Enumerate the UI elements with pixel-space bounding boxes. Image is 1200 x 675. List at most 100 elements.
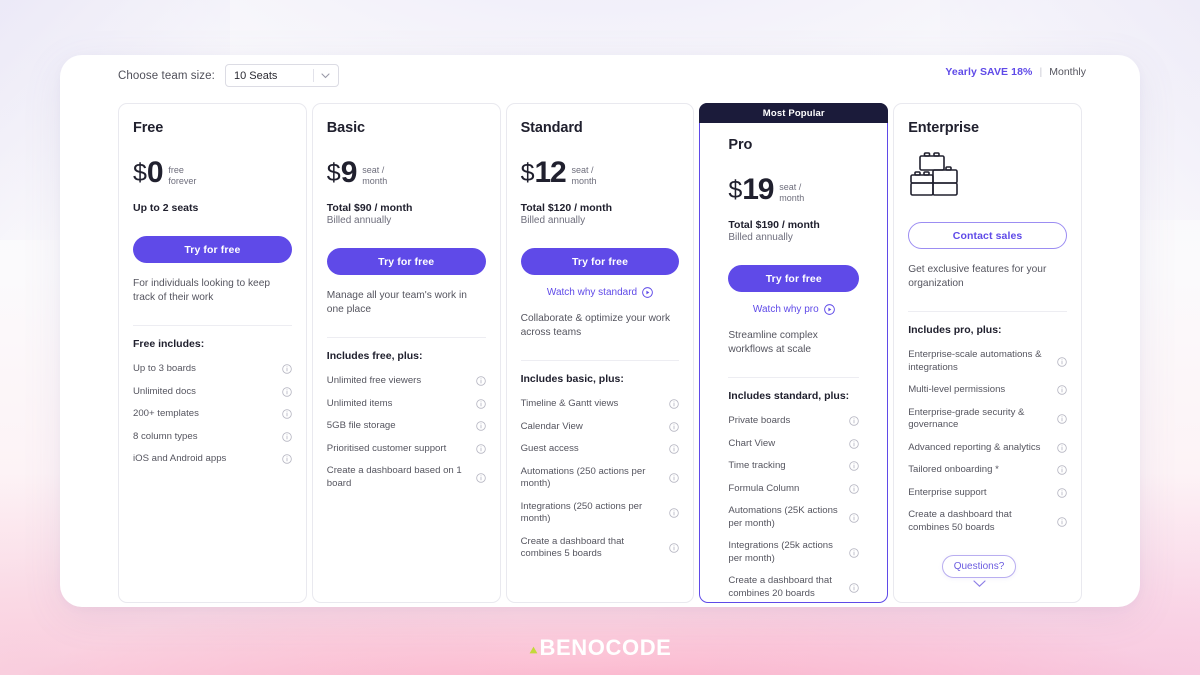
benocode-mark-icon [529, 642, 538, 660]
info-circle-icon[interactable] [669, 508, 680, 518]
info-circle-icon[interactable] [475, 472, 486, 483]
watch-video-label: Watch why standard [546, 287, 638, 298]
questions-button[interactable]: Questions? [941, 555, 1017, 578]
plan-cta-button[interactable]: Try for free [133, 236, 292, 263]
info-circle-icon[interactable] [282, 432, 292, 442]
info-circle-icon[interactable] [669, 444, 680, 454]
info-circle-icon[interactable] [669, 399, 680, 409]
info-circle-icon[interactable] [475, 421, 486, 431]
plan-feature-item: Create a dashboard that combines 20 boar… [728, 570, 859, 605]
info-circle-icon[interactable] [475, 444, 486, 454]
info-circle-icon[interactable] [669, 543, 680, 553]
plan-cta-button[interactable]: Try for free [326, 248, 486, 275]
info-circle-icon[interactable] [1057, 443, 1067, 453]
plan-name: Standard [520, 120, 583, 136]
billing-yearly-option[interactable]: Yearly SAVE 18% [945, 66, 1032, 78]
plan-cta-button[interactable]: Try for free [728, 265, 860, 292]
plan-feature-label: iOS and Android apps [133, 453, 227, 464]
info-circle-icon[interactable] [849, 416, 859, 426]
plan-description: Streamline complex workflows at scale [728, 330, 818, 355]
plan-cta-button[interactable]: Contact sales [908, 222, 1067, 249]
billing-monthly-option[interactable]: Monthly [1049, 66, 1086, 78]
plan-feature-label: 200+ templates [133, 408, 199, 419]
plan-feature-item: Up to 3 boards [133, 358, 292, 381]
info-circle-icon[interactable] [849, 512, 859, 523]
billing-separator: | [1039, 66, 1043, 78]
info-circle-icon[interactable] [1057, 356, 1067, 367]
plan-feature-item: 8 column types [133, 426, 292, 449]
plan-feature-item: Integrations (250 actions per month) [521, 496, 680, 531]
info-circle-icon[interactable] [669, 422, 680, 432]
info-circle-icon[interactable] [1057, 488, 1067, 498]
benocode-logo-text: BENOCODE [539, 635, 672, 660]
info-circle-icon[interactable] [282, 409, 292, 419]
plan-feature-item: Enterprise support [908, 482, 1067, 505]
team-size-select[interactable]: 10 Seats [224, 64, 339, 87]
info-circle-icon[interactable] [282, 387, 292, 397]
price-unit-line1: free [168, 165, 184, 175]
plan-feature-label: Create a dashboard that combines 50 boar… [908, 509, 1012, 533]
plan-card-list: Free $0 free forever Up to 2 seats Try for fr… [118, 103, 1082, 603]
watch-video-label: Watch why pro [752, 304, 819, 315]
plan-feature-item: Unlimited docs [133, 381, 292, 404]
chevron-down-icon[interactable] [972, 580, 986, 588]
info-circle-icon[interactable] [849, 461, 859, 471]
team-size-control: Choose team size: 10 Seats [118, 64, 339, 87]
info-circle-icon[interactable] [282, 454, 292, 464]
info-circle-icon[interactable] [475, 376, 486, 386]
questions-widget[interactable]: Questions? [941, 555, 1017, 588]
plan-includes-title: Includes standard, plus: [728, 390, 850, 402]
plan-description: Manage all your team's work in one place [326, 290, 467, 315]
watch-video-link[interactable]: Watch why standard [521, 287, 680, 298]
plan-price: $19 seat / month [728, 173, 859, 209]
info-circle-icon[interactable] [849, 547, 859, 558]
plan-cta-button[interactable]: Try for free [520, 248, 680, 275]
plan-card-standard: Standard $12 seat / month Total $120 / month… [505, 103, 695, 603]
pricing-panel: Choose team size: 10 Seats Yearly SAVE 1… [60, 55, 1140, 607]
plan-feature-item: Timeline & Gantt views [521, 393, 680, 416]
plan-feature-item: Multi-level permissions [908, 379, 1067, 402]
plan-feature-item: Create a dashboard that combines 5 board… [521, 531, 680, 566]
team-size-value: 10 Seats [233, 69, 278, 82]
info-circle-icon[interactable] [282, 364, 292, 374]
plan-total-price: Up to 2 seats [133, 202, 199, 214]
info-circle-icon[interactable] [1057, 516, 1067, 527]
team-size-label: Choose team size: [118, 69, 215, 82]
plan-price: $9 seat / month [327, 156, 486, 192]
plan-feature-label: Multi-level permissions [908, 384, 1006, 395]
info-circle-icon[interactable] [1057, 385, 1067, 395]
plan-feature-label: Tailored onboarding * [908, 464, 999, 475]
plan-price: $12 seat / month [521, 156, 680, 192]
plan-body: Enterprise Contact sales Get exclusive fea… [908, 120, 1067, 539]
plan-feature-list: Private boards Chart View Time tracking For… [728, 410, 859, 605]
price-currency: $ [326, 159, 341, 187]
plan-feature-item: Integrations (25k actions per month) [728, 535, 859, 570]
blocks-icon [908, 148, 1067, 200]
most-popular-badge: Most Popular [699, 103, 889, 123]
plan-feature-item: 5GB file storage [327, 415, 486, 438]
price-unit-line2: month [362, 176, 388, 186]
info-circle-icon[interactable] [669, 473, 680, 483]
plan-feature-label: Integrations (250 actions per month) [520, 500, 643, 525]
plan-name: Basic [326, 120, 365, 136]
plan-feature-item: Tailored onboarding * [908, 459, 1067, 482]
watch-video-link[interactable]: Watch why pro [728, 304, 859, 315]
info-circle-icon[interactable] [1057, 414, 1067, 424]
plan-feature-list: Timeline & Gantt views Calendar View Guest… [521, 393, 680, 566]
price-unit-line1: seat / [362, 165, 385, 175]
plan-feature-label: Prioritised customer support [326, 442, 447, 454]
plan-feature-label: Enterprise support [908, 486, 987, 498]
plan-feature-item: Enterprise-grade security & governance [908, 402, 1067, 437]
info-circle-icon[interactable] [475, 399, 486, 409]
info-circle-icon[interactable] [849, 582, 859, 593]
plan-includes-title: Includes basic, plus: [520, 373, 624, 385]
info-circle-icon[interactable] [849, 439, 859, 449]
plan-includes-title: Includes free, plus: [326, 350, 423, 362]
plan-feature-list: Enterprise-scale automations & integrati… [908, 344, 1067, 539]
plan-billing-note: Billed annually [520, 215, 586, 226]
price-amount: 9 [340, 156, 358, 189]
info-circle-icon[interactable] [849, 484, 859, 494]
plan-feature-label: 8 column types [133, 430, 198, 442]
plan-card-enterprise: Enterprise Contact sales Get exclusive fea… [893, 103, 1082, 603]
info-circle-icon[interactable] [1057, 465, 1067, 475]
